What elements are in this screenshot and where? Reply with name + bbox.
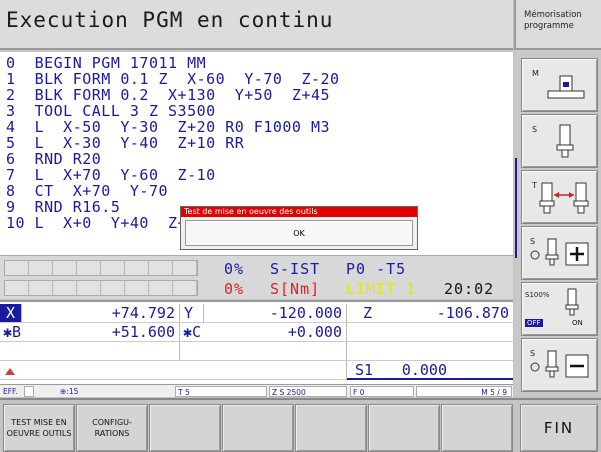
empty-cell bbox=[347, 323, 513, 342]
s-ist-load-bar bbox=[4, 260, 198, 276]
softkey-spindle-override[interactable]: S100% OFF ON bbox=[521, 282, 598, 336]
program-line[interactable]: 4 L X-50 Y-30 Z+20 R0 F1000 M3 bbox=[6, 119, 330, 135]
program-line[interactable]: 3 TOOL CALL 3 Z S3500 bbox=[6, 103, 216, 119]
axis-b-value: +51.600 bbox=[40, 323, 180, 342]
softkey-spindle[interactable]: S bbox=[521, 114, 598, 168]
softkey-empty[interactable] bbox=[368, 404, 440, 452]
axis-z-label: Z bbox=[347, 304, 372, 323]
snm-label: S[Nm] bbox=[270, 280, 321, 298]
fin-button[interactable]: FIN bbox=[520, 404, 598, 452]
softkey-empty[interactable] bbox=[222, 404, 294, 452]
softkey-letter: S bbox=[532, 125, 538, 134]
softkey-spindle-minus[interactable]: S bbox=[521, 338, 598, 392]
softkey-configurations[interactable]: CONFIGU- RATIONS bbox=[76, 404, 148, 452]
axis-y-label: Y bbox=[180, 304, 204, 323]
axis-x-label: X bbox=[0, 304, 22, 323]
off-toggle[interactable]: OFF bbox=[525, 319, 543, 327]
m-functions: M 5 / 9 bbox=[416, 386, 512, 397]
softkey-test-tool-usage[interactable]: TEST MISE EN OEUVRE OUTILS bbox=[3, 404, 75, 452]
program-line[interactable]: 9 RND R16.5 bbox=[6, 199, 120, 215]
on-toggle[interactable]: ON bbox=[572, 319, 583, 327]
tool-icon bbox=[556, 124, 574, 158]
status-info-row: EFF. ⊕:15 T 5 Z S 2500 F 0 M 5 / 9 bbox=[0, 384, 513, 397]
snm-load-bar bbox=[4, 280, 198, 296]
memorize-program-mode[interactable]: Mémorisation programme bbox=[514, 0, 601, 50]
softkey-tool-axis[interactable]: T bbox=[521, 170, 598, 224]
tool-usage-dialog: Test de mise en oeuvre des outils OK bbox=[180, 206, 418, 250]
snm-percent: 0% bbox=[224, 280, 245, 298]
empty-cell bbox=[0, 342, 180, 361]
s-ist-percent: 0% bbox=[224, 260, 245, 278]
softkey-spindle-plus[interactable]: S bbox=[521, 226, 598, 280]
program-line[interactable]: 6 RND R20 bbox=[6, 151, 101, 167]
spindle-plus-icon bbox=[530, 238, 589, 266]
axis-b-label: ✱B bbox=[0, 323, 40, 342]
spindle-s1-value: 0.000 bbox=[397, 361, 513, 380]
program-line[interactable]: 8 CT X+70 Y-70 bbox=[6, 183, 168, 199]
position-display: X +74.792 Y -120.000 Z -106.870 ✱B +51.6… bbox=[0, 300, 513, 384]
axis-c-value: +0.000 bbox=[220, 323, 347, 342]
scroll-indicator bbox=[515, 158, 517, 258]
eff-label: EFF. bbox=[3, 387, 18, 396]
machine-table-icon bbox=[547, 75, 585, 99]
spindle-speed: Z S 2500 bbox=[269, 386, 347, 397]
empty-cell bbox=[347, 342, 513, 361]
override-icon-cell bbox=[0, 361, 347, 380]
status-area: 0% S-IST P0 -T5 0% S[Nm] LIMIT 1 20:02 bbox=[0, 255, 513, 299]
s-ist-label: S-IST bbox=[270, 260, 321, 278]
tool-change-icon bbox=[539, 182, 589, 214]
mode-title: Execution PGM en continu bbox=[6, 8, 334, 32]
tool-number: T 5 bbox=[175, 386, 267, 397]
eff-box bbox=[24, 386, 34, 397]
softkey-empty[interactable] bbox=[441, 404, 513, 452]
horizontal-softkey-bar: TEST MISE EN OEUVRE OUTILS CONFIGU- RATI… bbox=[0, 398, 601, 452]
program-line[interactable]: 0 BEGIN PGM 17011 MM bbox=[6, 55, 206, 71]
override-icon bbox=[5, 368, 15, 375]
vertical-softkey-bar: M S T S S100% OFF ON S bbox=[514, 50, 601, 396]
limit-label: LIMIT 1 bbox=[346, 280, 417, 298]
empty-cell bbox=[180, 342, 347, 361]
program-line[interactable]: 10 L X+0 Y+40 Z+40 bbox=[6, 215, 206, 231]
program-line[interactable]: 7 L X+70 Y-60 Z-10 bbox=[6, 167, 216, 183]
feed-override: ⊕:15 bbox=[60, 386, 160, 397]
spindle-s1-label: S1 bbox=[347, 361, 397, 380]
softkey-pct: S100% bbox=[525, 291, 550, 299]
softkey-letter: M bbox=[532, 69, 539, 78]
feed-override-value: 15 bbox=[68, 387, 79, 396]
softkey-empty[interactable] bbox=[149, 404, 221, 452]
dialog-ok-button[interactable]: OK bbox=[185, 220, 413, 246]
title-bar: Execution PGM en continu bbox=[0, 0, 513, 50]
softkey-m-function[interactable]: M bbox=[521, 58, 598, 112]
program-line[interactable]: 2 BLK FORM 0.2 X+130 Y+50 Z+45 bbox=[6, 87, 330, 103]
axis-c-label: ✱C bbox=[180, 323, 220, 342]
feed-value: F 0 bbox=[350, 386, 414, 397]
spindle-minus-icon bbox=[530, 350, 589, 378]
dialog-title: Test de mise en oeuvre des outils bbox=[181, 207, 417, 217]
axis-z-value: -106.870 bbox=[371, 304, 513, 323]
axis-x-value: +74.792 bbox=[22, 304, 180, 323]
axis-y-value: -120.000 bbox=[204, 304, 347, 323]
program-line[interactable]: 5 L X-30 Y-40 Z+10 RR bbox=[6, 135, 244, 151]
program-line[interactable]: 1 BLK FORM 0.1 Z X-60 Y-70 Z-20 bbox=[6, 71, 340, 87]
feed-override-icon: ⊕: bbox=[60, 387, 69, 396]
clock: 20:02 bbox=[444, 280, 495, 298]
s-ist-value: P0 -T5 bbox=[346, 260, 407, 278]
softkey-empty[interactable] bbox=[295, 404, 367, 452]
spindle-tool-icon bbox=[565, 288, 579, 316]
